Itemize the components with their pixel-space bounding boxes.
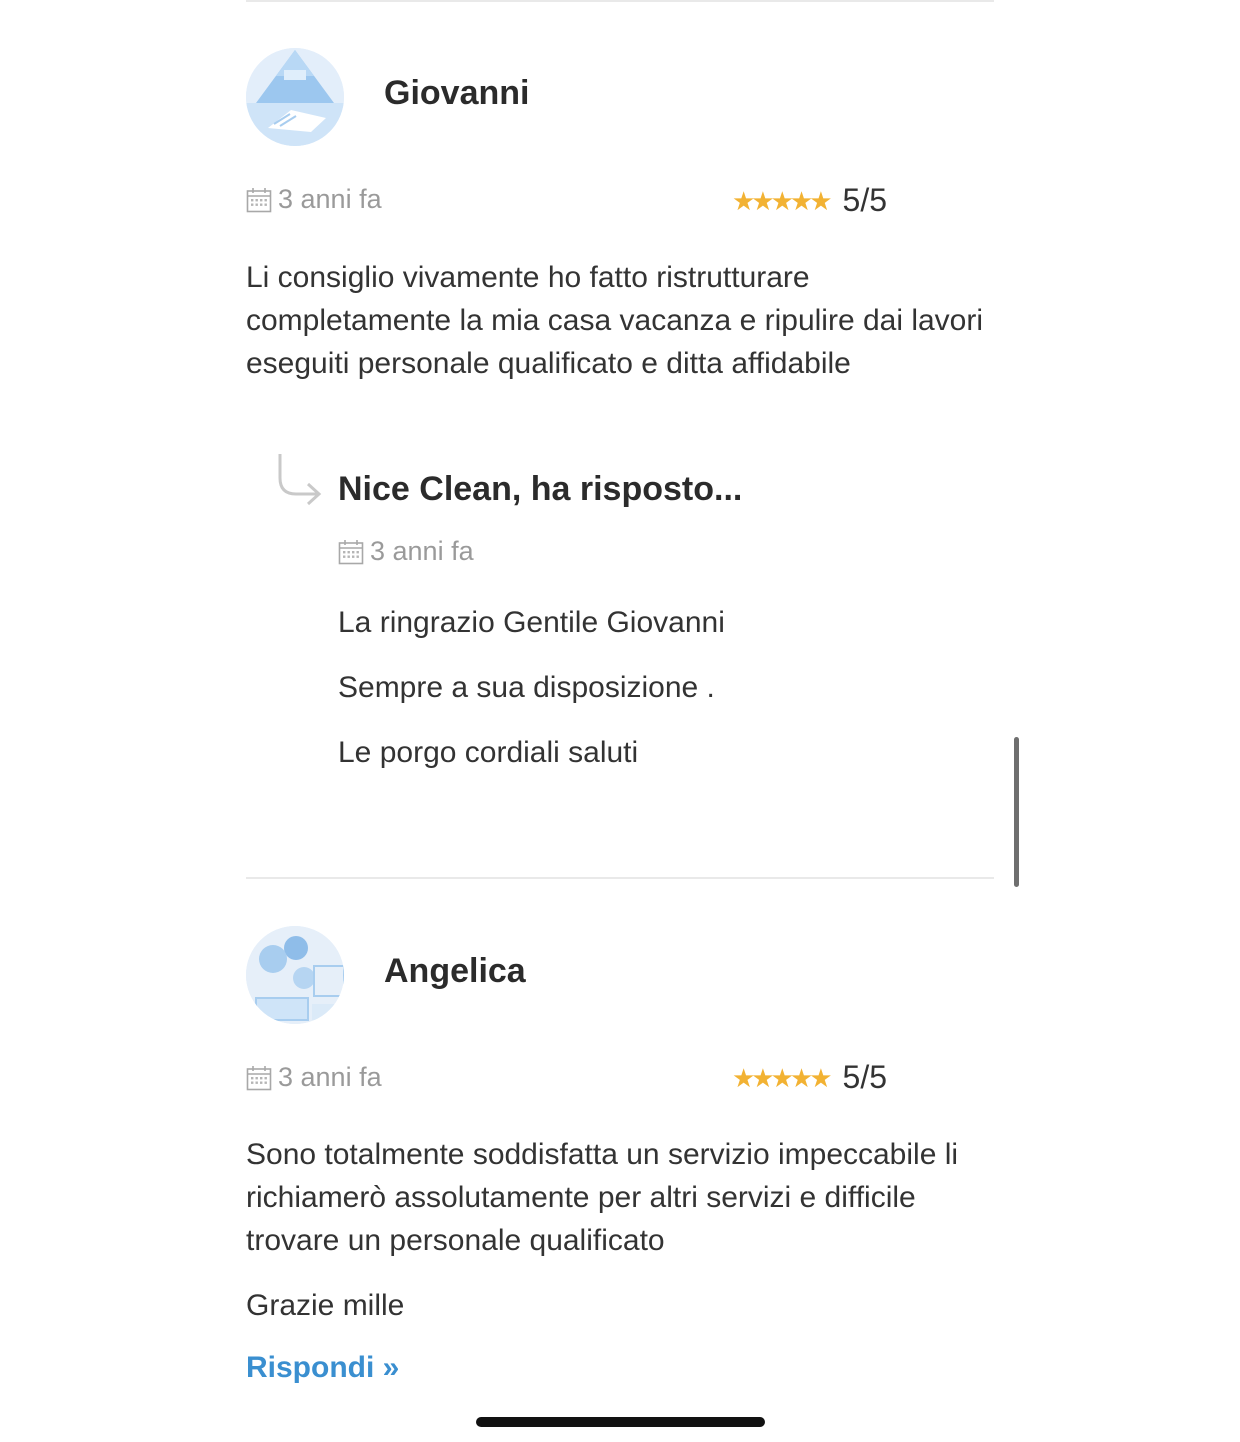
avatar-image bbox=[246, 926, 344, 1024]
star-rating-icon: ★★★★★ bbox=[732, 1062, 833, 1093]
reply-line: La ringrazio Gentile Giovanni bbox=[338, 606, 725, 639]
calendar-icon bbox=[246, 1065, 272, 1090]
calendar-icon bbox=[338, 539, 364, 564]
home-indicator bbox=[476, 1417, 765, 1427]
review-author: Giovanni bbox=[384, 74, 530, 112]
review-date-text: 3 anni fa bbox=[278, 1062, 382, 1092]
rating-score: 5/5 bbox=[842, 1059, 888, 1095]
avatar bbox=[246, 48, 344, 146]
reply-title: Nice Clean, ha risposto... bbox=[338, 470, 743, 508]
review-author: Angelica bbox=[384, 952, 526, 990]
scrollbar[interactable] bbox=[1014, 737, 1019, 887]
review-date-text: 3 anni fa bbox=[278, 184, 382, 214]
star-rating-icon: ★★★★★ bbox=[732, 185, 833, 216]
rating-score: 5/5 bbox=[842, 182, 888, 218]
avatar bbox=[246, 926, 344, 1024]
review-text: Li consiglio vivamente ho fatto ristrutt… bbox=[246, 261, 984, 380]
review-text: Sono totalmente soddisfatta un servizio … bbox=[246, 1138, 959, 1257]
review-divider bbox=[246, 877, 994, 879]
top-divider bbox=[246, 0, 994, 2]
reply-date: 3 anni fa bbox=[338, 536, 474, 567]
review-date: 3 anni fa bbox=[246, 1062, 382, 1093]
review-date: 3 anni fa bbox=[246, 184, 382, 215]
review-rating: ★★★★★ 5/5 bbox=[732, 182, 887, 219]
avatar-image bbox=[246, 48, 344, 146]
calendar-icon bbox=[246, 187, 272, 212]
reply-line: Sempre a sua disposizione . bbox=[338, 671, 715, 704]
review-rating: ★★★★★ 5/5 bbox=[732, 1059, 887, 1096]
reply-line: Le porgo cordiali saluti bbox=[338, 736, 639, 769]
reply-arrow-icon bbox=[278, 454, 322, 506]
reply-date-text: 3 anni fa bbox=[370, 536, 474, 566]
review-text-extra: Grazie mille bbox=[246, 1289, 405, 1322]
reply-link[interactable]: Rispondi » bbox=[246, 1351, 399, 1385]
